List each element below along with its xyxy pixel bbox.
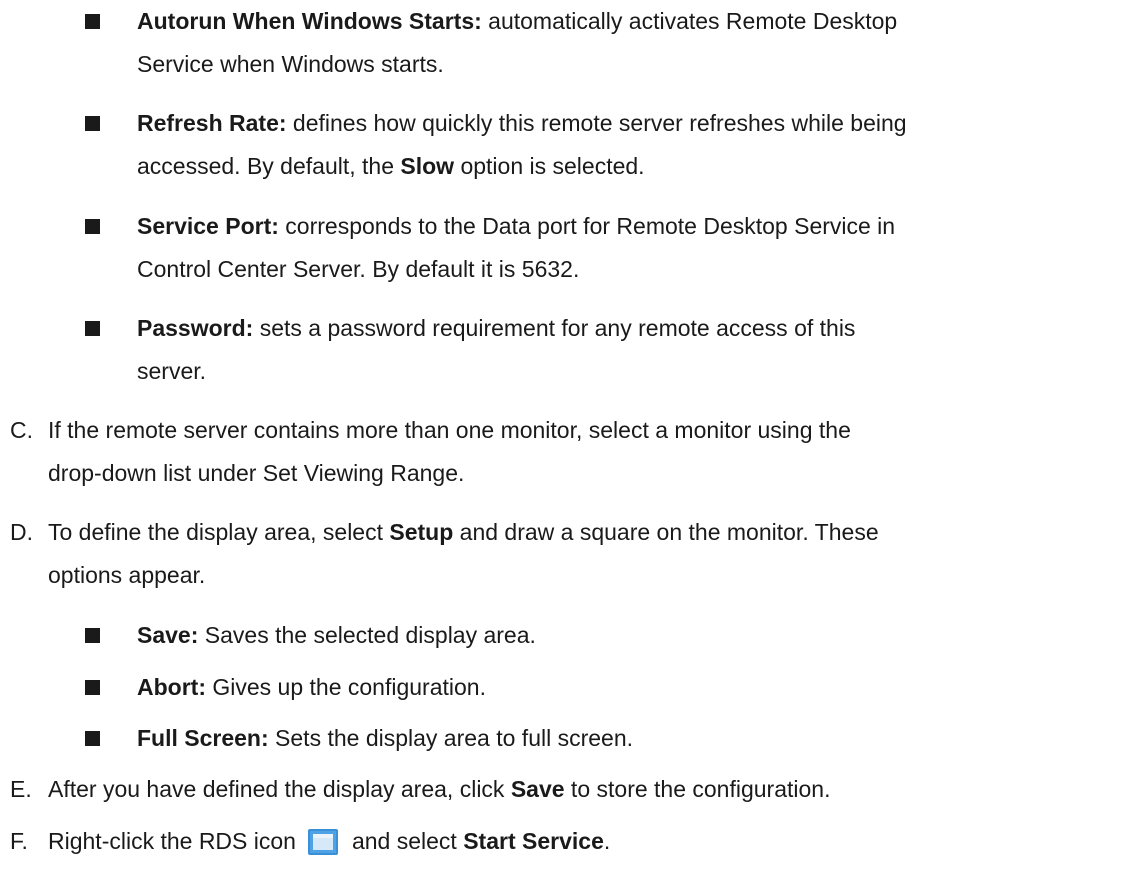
bullet-desc-line2: Service when Windows starts. (137, 51, 444, 77)
step-letter: F. (10, 828, 28, 854)
bullet-term: Abort: (137, 674, 206, 700)
step-text: To define the display area, select Setup… (48, 511, 1128, 597)
bullet-term: Save: (137, 622, 199, 648)
bullet-desc-bold: Slow (400, 153, 455, 179)
bullet-text: Full Screen: Sets the display area to fu… (137, 717, 1112, 760)
bullet-desc: automatically activates Remote Desktop (481, 8, 898, 34)
bullet-term: Autorun When Windows Starts: (137, 8, 482, 34)
rds-app-icon (307, 826, 338, 855)
bullet-term: Refresh Rate: (137, 110, 287, 136)
bullet-desc: Sets the display area to full screen. (268, 725, 634, 751)
square-bullet-icon (85, 628, 100, 643)
bullet-text: Refresh Rate: defines how quickly this r… (137, 102, 1112, 188)
square-bullet-icon (85, 219, 100, 234)
square-bullet-icon (85, 731, 100, 746)
bullet-text: Service Port: corresponds to the Data po… (137, 205, 1112, 291)
square-bullet-icon (85, 14, 100, 29)
bullet-text: Password: sets a password requirement fo… (137, 307, 1112, 393)
document-page: Autorun When Windows Starts: automatical… (0, 0, 1133, 885)
step-text: Right-click the RDS icon and select Star… (48, 820, 1128, 863)
bullet-desc-line2: Control Center Server. By default it is … (137, 256, 580, 282)
step-text-bold: Setup (389, 519, 454, 545)
bullet-desc-line2: accessed. By default, the (137, 153, 401, 179)
square-bullet-icon (85, 116, 100, 131)
step-text-pre: To define the display area, select (48, 519, 390, 545)
bullet-desc: Gives up the configuration. (205, 674, 486, 700)
square-bullet-icon (85, 321, 100, 336)
step-text-bold: Save (510, 776, 565, 802)
step-letter: D. (10, 519, 33, 545)
step-text-post: and draw a square on the monitor. These (453, 519, 879, 545)
bullet-text: Autorun When Windows Starts: automatical… (137, 0, 1112, 86)
step-text-line1: If the remote server contains more than … (48, 417, 851, 443)
step-text-line2: drop-down list under Set Viewing Range. (48, 460, 465, 486)
step-text-bold: Start Service (463, 828, 604, 854)
bullet-text: Abort: Gives up the configuration. (137, 666, 1112, 709)
bullet-desc: Saves the selected display area. (198, 622, 536, 648)
step-text-line2: options appear. (48, 562, 206, 588)
step-text-mid: and select (351, 828, 464, 854)
bullet-term: Service Port: (137, 213, 279, 239)
step-text-pre: After you have defined the display area,… (48, 776, 511, 802)
step-text-pre: Right-click the RDS icon (48, 828, 296, 854)
bullet-term: Password: (137, 315, 254, 341)
step-text-post: to store the configuration. (564, 776, 831, 802)
step-text-post: . (603, 828, 611, 854)
square-bullet-icon (85, 680, 100, 695)
step-letter: C. (10, 417, 33, 443)
bullet-desc: defines how quickly this remote server r… (286, 110, 907, 136)
step-letter: E. (10, 776, 32, 802)
bullet-term: Full Screen: (137, 725, 269, 751)
bullet-desc: corresponds to the Data port for Remote … (278, 213, 896, 239)
bullet-desc-line2: server. (137, 358, 207, 384)
step-text: After you have defined the display area,… (48, 768, 1128, 811)
bullet-desc: sets a password requirement for any remo… (253, 315, 856, 341)
bullet-desc-line2-end: option is selected. (454, 153, 645, 179)
step-text: If the remote server contains more than … (48, 409, 1128, 495)
bullet-text: Save: Saves the selected display area. (137, 614, 1112, 657)
